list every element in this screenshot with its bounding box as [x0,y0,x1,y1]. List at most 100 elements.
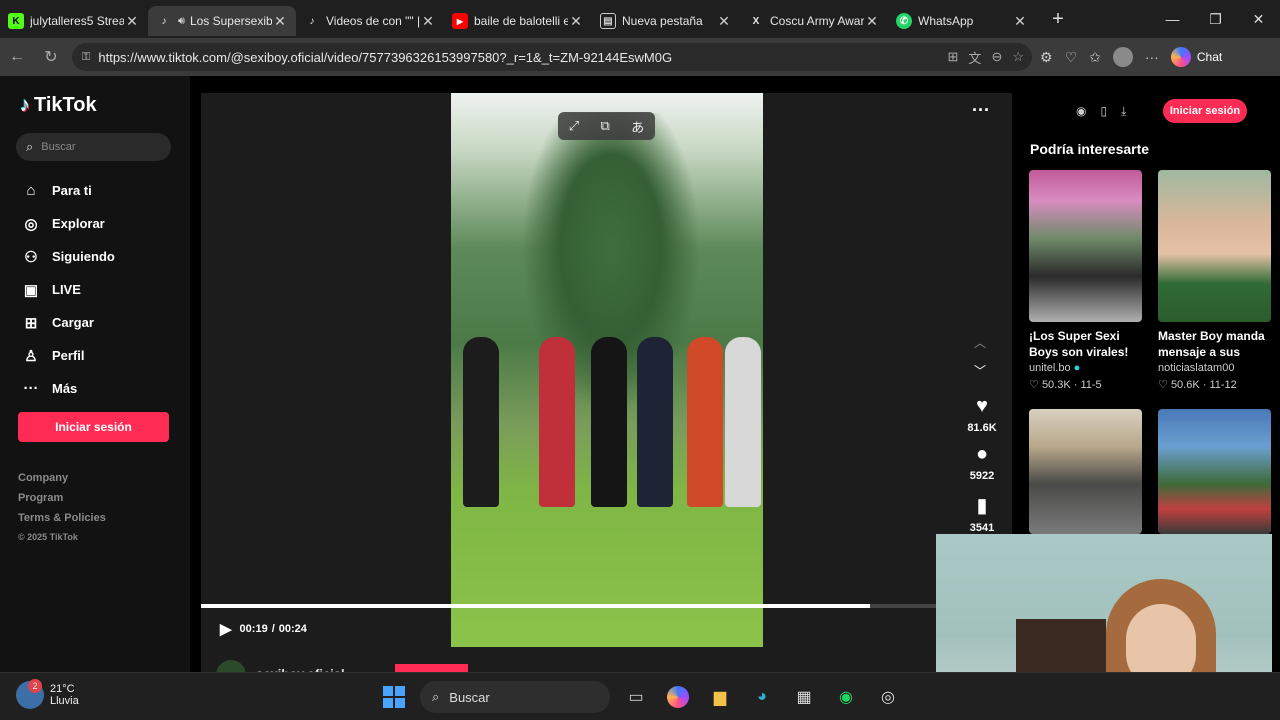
chat-label: Chat [1196,50,1223,64]
following-icon: ⚇ [24,248,38,266]
task-view-icon[interactable]: ▭ [620,681,652,713]
menu-item-live[interactable]: ▣ LIVE [22,273,182,306]
taskbar-search[interactable]: ⌕ Buscar [420,681,610,713]
apps-icon[interactable]: ⊞ [948,49,959,65]
browser-tab[interactable]: ✆ WhatsApp ✕ [888,6,1036,36]
translate-icon[interactable]: 文 [968,48,981,67]
extensions-icon[interactable]: ⚙ [1040,49,1053,66]
copilot-chat-button[interactable]: Chat [1170,47,1223,67]
time-separator: / [271,623,275,635]
device-icon[interactable]: ▯ [1100,104,1107,118]
performance-icon[interactable]: ♡ [1065,49,1078,66]
video-thumbnail[interactable] [1158,170,1271,322]
site-info-icon[interactable]: ⚿ [82,51,90,64]
new-tab-favicon-icon: ▤ [600,13,616,29]
search-input[interactable]: ⌕ Buscar [16,133,171,161]
browser-tab-active[interactable]: ♪ 🔊︎ Los Supersexib ✕ [148,6,296,36]
menu-item-cargar[interactable]: ⊞ Cargar [22,306,182,339]
tiktok-logo[interactable]: ♪ TikTok [20,94,97,117]
menu-item-siguiendo[interactable]: ⚇ Siguiendo [22,240,182,273]
favorites-icon[interactable]: ✩ [1089,49,1101,66]
browser-tab[interactable]: X Coscu Army Award ✕ [740,6,888,36]
profile-avatar[interactable] [1112,47,1133,67]
heart-icon: ♥ [976,395,988,417]
translate-icon[interactable]: あ [631,117,644,136]
login-button[interactable]: Iniciar sesión [18,412,169,442]
logo-text: TikTok [34,94,97,116]
card-stats: ♡ 50.6K · 11-12 [1158,379,1237,391]
menu-item-para-ti[interactable]: ⌂ Para ti [22,174,182,207]
start-button[interactable] [378,681,410,713]
menu-label: Siguiendo [52,249,115,264]
video-thumbnail[interactable] [1158,409,1271,534]
browser-tab[interactable]: K julytalleres5 Stream ✕ [0,6,148,36]
back-icon[interactable]: ← [0,48,34,66]
file-explorer-icon[interactable]: ▆ [704,681,736,713]
windows-logo-icon [383,686,405,708]
play-icon[interactable]: ▶ [220,620,232,638]
weather-widget[interactable]: 2 21°C Lluvia [16,679,79,709]
edge-browser-icon[interactable]: ◕ [746,681,778,713]
video-thumbnail[interactable] [1029,170,1142,322]
browser-tab[interactable]: ▤ Nueva pestaña ✕ [592,6,740,36]
save-button[interactable]: ▮ 3541 [960,493,1004,534]
speaker-icon[interactable]: 🔊︎ [178,15,185,28]
more-options-icon[interactable]: ··· [972,100,990,121]
close-tab-icon[interactable]: ✕ [568,13,584,30]
close-tab-icon[interactable]: ✕ [124,13,140,30]
obs-icon[interactable]: ◎ [872,681,904,713]
close-tab-icon[interactable]: ✕ [1012,13,1028,30]
footer-link-company[interactable]: Company [18,472,106,492]
close-tab-icon[interactable]: ✕ [864,13,880,30]
next-video-icon[interactable]: ﹀ [974,362,986,379]
footer-link-program[interactable]: Program [18,492,106,512]
like-button[interactable]: ♥ 81.6K [960,395,1004,434]
suggested-video-card[interactable]: Master Boy manda mensaje a sus Fans... n… [1158,170,1271,391]
menu-dots-icon[interactable]: ··· [1145,49,1159,65]
youtube-favicon-icon: ▶ [452,13,468,29]
video-progress-bar[interactable] [201,604,936,608]
card-author: unitel.bo ● [1029,362,1142,374]
spotify-icon[interactable]: ◉ [830,681,862,713]
download-icon[interactable]: ⤓ [1121,104,1126,119]
menu-item-perfil[interactable]: ♙ Perfil [22,339,182,372]
close-tab-icon[interactable]: ✕ [420,13,436,30]
comment-button[interactable]: ● 5922 [960,443,1004,482]
close-tab-icon[interactable]: ✕ [716,13,732,30]
suggested-video-card[interactable]: ¡Los Super Sexi Boys son virales! Su aud… [1029,170,1142,391]
zoom-icon[interactable]: ⊖ [991,49,1002,65]
new-tab-button[interactable]: + [1042,8,1074,31]
browser-tab[interactable]: ▶ baile de balotelli er ✕ [444,6,592,36]
progress-fill [201,604,870,608]
browser-tab[interactable]: ♪ Videos de con "" | T ✕ [296,6,444,36]
menu-item-mas[interactable]: ··· Más [22,372,182,405]
picture-in-picture-icon[interactable]: ⧉ [601,118,610,134]
copilot-taskbar-icon[interactable] [662,681,694,713]
address-bar[interactable]: ⚿ https://www.tiktok.com/@sexiboy.oficia… [72,43,1032,71]
store-icon[interactable]: ▦ [788,681,820,713]
footer-link-terms[interactable]: Terms & Policies [18,512,106,532]
coins-icon[interactable]: ◉ [1076,104,1086,118]
reload-icon[interactable]: ↻ [34,47,68,67]
favorite-star-icon[interactable]: ☆ [1012,49,1024,65]
video-frame[interactable] [451,93,763,647]
heart-outline-icon: ♡ [1158,379,1168,391]
video-overlay-controls: ⤢ ⧉ あ [558,112,655,140]
menu-item-explorar[interactable]: ◎ Explorar [22,207,182,240]
restore-icon[interactable]: ❐ [1194,0,1237,38]
tab-title: Videos de con "" | T [326,14,420,28]
login-button-top[interactable]: Iniciar sesión [1163,99,1247,123]
suggested-video-card[interactable] [1158,409,1271,534]
menu-label: LIVE [52,282,81,297]
tiktok-sidebar: ♪ TikTok ⌕ Buscar ⌂ Para ti ◎ Explorar ⚇ Si… [0,76,190,672]
previous-video-icon[interactable]: ︿ [974,334,986,351]
close-window-icon[interactable]: ✕ [1237,0,1280,38]
tab-title: WhatsApp [918,14,974,28]
views-text: 50.3K [1041,379,1071,391]
minimize-icon[interactable]: — [1151,0,1194,38]
more-icon: ··· [23,380,39,397]
close-tab-icon[interactable]: ✕ [272,13,288,30]
video-thumbnail[interactable] [1029,409,1142,534]
suggested-video-card[interactable] [1029,409,1142,534]
fullscreen-icon[interactable]: ⤢ [569,118,579,134]
